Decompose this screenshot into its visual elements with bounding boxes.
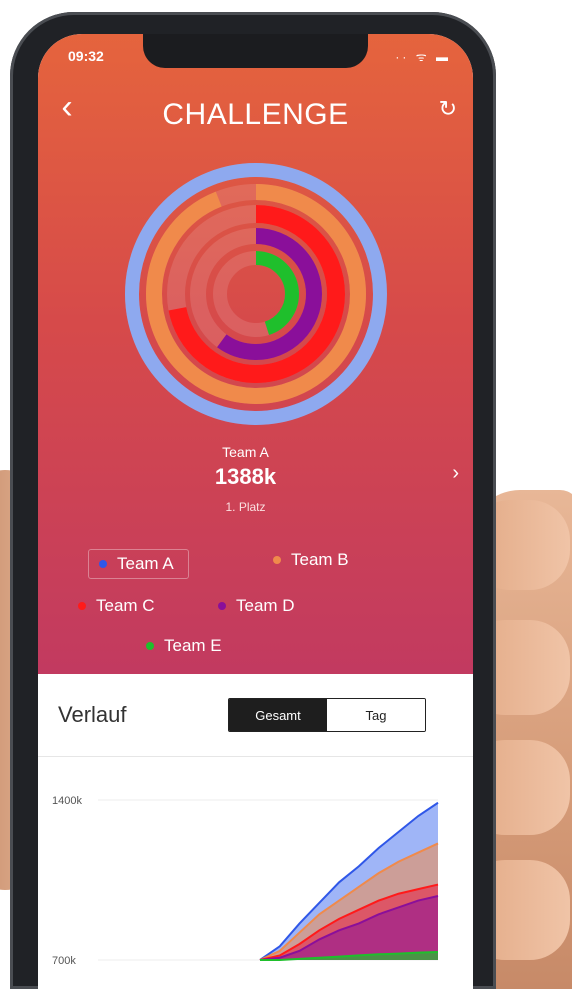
divider <box>38 756 473 757</box>
legend-item-team-b[interactable]: Team B <box>273 550 349 570</box>
team-e-color-dot <box>146 642 154 650</box>
leader-team-name: Team A <box>222 444 269 460</box>
page-title: CHALLENGE <box>162 98 349 131</box>
refresh-icon[interactable]: ↻ <box>439 96 457 122</box>
history-range-toggle: Gesamt Tag <box>228 698 426 732</box>
tab-day[interactable]: Tag <box>327 699 425 731</box>
status-time: 09:32 <box>68 48 104 64</box>
status-icons: ·· ᯤ ▬ <box>395 50 451 64</box>
legend-label: Team C <box>96 596 155 615</box>
tab-total[interactable]: Gesamt <box>229 699 327 731</box>
legend-label: Team A <box>117 554 174 573</box>
legend-item-team-e[interactable]: Team E <box>146 636 222 656</box>
team-d-color-dot <box>218 602 226 610</box>
next-team-button[interactable]: › <box>452 462 459 485</box>
phone-screen: 09:32 ·· ᯤ ▬ ‹ CHALLENGE ↻ Team A 1388k … <box>38 34 473 989</box>
legend-label: Team B <box>291 550 349 569</box>
y-tick-label: 700k <box>52 955 76 967</box>
legend-item-team-c[interactable]: Team C <box>78 596 155 616</box>
leader-score: 1388k <box>214 464 277 489</box>
team-b-color-dot <box>273 556 281 564</box>
notch <box>143 34 368 68</box>
phone-frame: 09:32 ·· ᯤ ▬ ‹ CHALLENGE ↻ Team A 1388k … <box>10 12 496 989</box>
team-c-color-dot <box>78 602 86 610</box>
legend-label: Team E <box>164 636 222 655</box>
legend-item-team-d[interactable]: Team D <box>218 596 295 616</box>
history-panel: Verlauf Gesamt Tag 1400k 700k <box>38 674 473 989</box>
leader-rank: 1. Platz <box>225 500 266 514</box>
activity-rings <box>125 163 387 425</box>
challenge-hero: 09:32 ·· ᯤ ▬ ‹ CHALLENGE ↻ Team A 1388k … <box>38 34 473 674</box>
legend-item-team-a[interactable]: Team A <box>88 549 189 579</box>
legend-label: Team D <box>236 596 295 615</box>
y-tick-label: 1400k <box>52 795 82 807</box>
history-title: Verlauf <box>58 702 127 727</box>
photo-stage: 09:32 ·· ᯤ ▬ ‹ CHALLENGE ↻ Team A 1388k … <box>0 0 572 989</box>
history-area-chart: 1400k 700k <box>52 795 439 967</box>
team-a-color-dot <box>99 560 107 568</box>
